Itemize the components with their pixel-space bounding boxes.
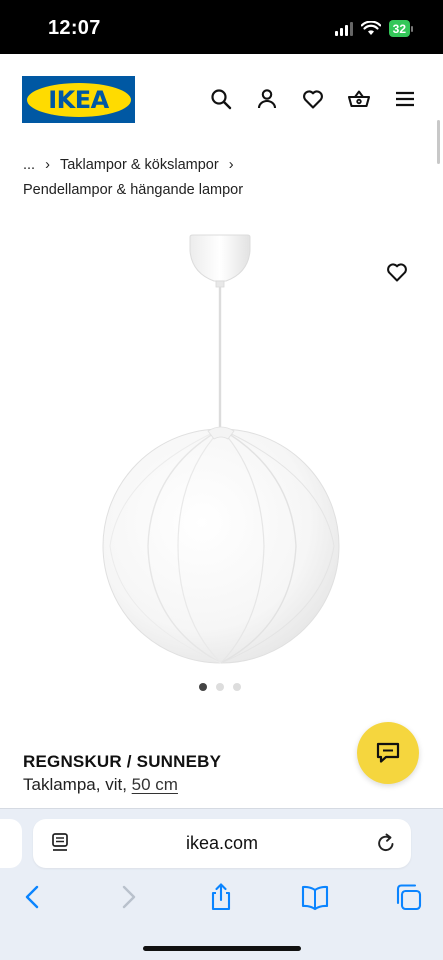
image-carousel-dots[interactable] <box>199 683 241 691</box>
product-image[interactable] <box>0 215 443 685</box>
reload-icon[interactable] <box>375 832 397 854</box>
breadcrumb-item-pendant-lamps[interactable]: Pendellampor & hängande lampor <box>23 178 423 203</box>
status-icons: 32 <box>334 20 413 37</box>
breadcrumb-ellipsis[interactable]: ... <box>23 153 35 178</box>
browser-toolbar <box>0 882 443 922</box>
back-icon[interactable] <box>18 882 48 912</box>
breadcrumb-separator: › <box>228 157 234 173</box>
breadcrumb-item-ceiling-lamps[interactable]: Taklampor & kökslampor <box>60 153 219 178</box>
bookmarks-icon[interactable] <box>300 882 330 912</box>
basket-icon[interactable] <box>347 87 371 111</box>
save-to-favourites-heart-icon[interactable] <box>385 260 409 284</box>
chat-button[interactable] <box>357 722 419 784</box>
previous-tab-preview[interactable] <box>0 819 22 868</box>
address-bar[interactable]: ikea.com <box>33 819 411 868</box>
heart-icon[interactable] <box>301 87 325 111</box>
product-size-link[interactable]: 50 cm <box>132 775 178 794</box>
forward-icon[interactable] <box>113 882 143 912</box>
ikea-logo[interactable]: IKEA <box>22 76 135 123</box>
product-type: Taklampa, vit, <box>23 775 127 794</box>
menu-icon[interactable] <box>393 87 417 111</box>
url-text: ikea.com <box>185 833 259 853</box>
wifi-icon <box>360 21 381 35</box>
status-time: 12:07 <box>48 17 101 39</box>
status-bar: 12:07 32 <box>0 0 443 54</box>
share-icon[interactable] <box>206 882 236 912</box>
cellular-signal-icon <box>334 21 353 36</box>
product-description: Taklampa, vit, 50 cm <box>23 775 178 795</box>
home-indicator[interactable] <box>143 946 301 951</box>
logo-text: IKEA <box>48 85 109 114</box>
tabs-icon[interactable] <box>394 882 424 912</box>
product-name: REGNSKUR / SUNNEBY <box>23 752 222 771</box>
carousel-dot[interactable] <box>216 683 224 691</box>
site-header: IKEA <box>0 54 443 150</box>
header-actions <box>209 87 417 111</box>
carousel-dot[interactable] <box>233 683 241 691</box>
search-icon[interactable] <box>209 87 233 111</box>
browser-bar: ikea.com <box>0 808 443 960</box>
account-icon[interactable] <box>255 87 279 111</box>
carousel-dot[interactable] <box>199 683 207 691</box>
breadcrumb: ... › Taklampor & kökslampor › Pendellam… <box>23 153 423 203</box>
breadcrumb-separator: › <box>45 157 50 173</box>
battery-icon: 32 <box>388 20 413 37</box>
battery-level: 32 <box>388 20 410 37</box>
chat-icon <box>376 742 400 763</box>
scroll-indicator[interactable] <box>437 120 440 164</box>
